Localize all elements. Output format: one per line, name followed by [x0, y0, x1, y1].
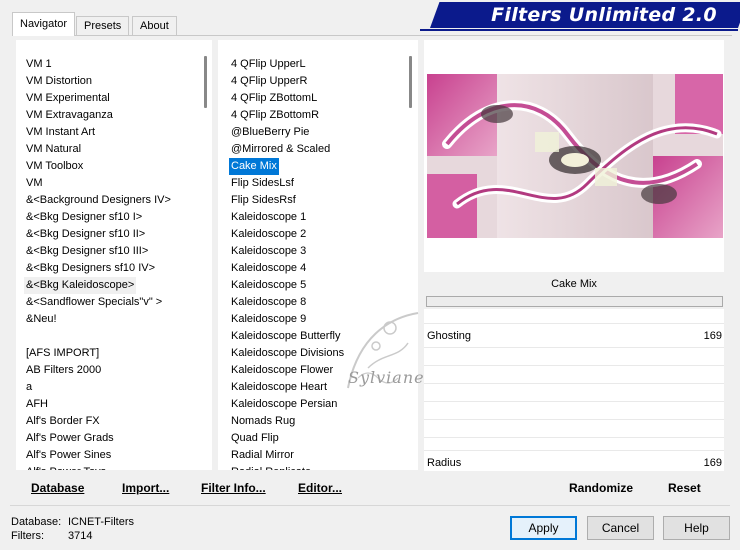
- filter-item[interactable]: Kaleidoscope 1: [231, 209, 306, 226]
- reset-button[interactable]: Reset: [668, 478, 701, 498]
- filter-item[interactable]: Kaleidoscope 4: [231, 260, 306, 277]
- filter-item[interactable]: 4 QFlip ZBottomL: [231, 90, 317, 107]
- filter-item[interactable]: Quad Flip: [231, 430, 279, 447]
- category-item[interactable]: AB Filters 2000: [26, 362, 101, 379]
- category-item[interactable]: &<Bkg Designer sf10 II>: [26, 226, 145, 243]
- database-value: ICNET-Filters: [68, 516, 134, 528]
- filter-item[interactable]: Kaleidoscope 5: [231, 277, 306, 294]
- param-divider: [424, 401, 724, 402]
- filter-item[interactable]: Kaleidoscope Persian: [231, 396, 337, 413]
- filter-info-button[interactable]: Filter Info...: [201, 478, 266, 498]
- category-item[interactable]: &<Bkg Designer sf10 I>: [26, 209, 142, 226]
- filter-item[interactable]: Nomads Rug: [231, 413, 295, 430]
- filter-item[interactable]: Kaleidoscope Heart: [231, 379, 327, 396]
- filter-item[interactable]: Kaleidoscope Butterfly: [231, 328, 340, 345]
- category-item[interactable]: &<Bkg Kaleidoscope>: [24, 277, 137, 294]
- editor-button[interactable]: Editor...: [298, 478, 342, 498]
- filter-item[interactable]: 4 QFlip UpperL: [231, 56, 306, 73]
- category-item[interactable]: VM: [26, 175, 43, 192]
- category-item[interactable]: &<Background Designers IV>: [26, 192, 171, 209]
- import-button[interactable]: Import...: [122, 478, 169, 498]
- cancel-button[interactable]: Cancel: [587, 516, 654, 540]
- category-item[interactable]: VM Extravaganza: [26, 107, 113, 124]
- filter-item[interactable]: Kaleidoscope 3: [231, 243, 306, 260]
- filter-item[interactable]: Kaleidoscope 2: [231, 226, 306, 243]
- category-item[interactable]: VM Experimental: [26, 90, 110, 107]
- category-item[interactable]: VM Distortion: [26, 73, 92, 90]
- param-divider: [424, 347, 724, 348]
- param-ghosting-value: 169: [703, 330, 722, 342]
- filter-item[interactable]: 4 QFlip ZBottomR: [231, 107, 319, 124]
- filter-scrollbar-thumb[interactable]: [409, 56, 412, 108]
- apply-button[interactable]: Apply: [510, 516, 577, 540]
- preview-image: [427, 74, 723, 238]
- param-divider: [424, 365, 724, 366]
- category-item[interactable]: AFH: [26, 396, 48, 413]
- param-radius-label: Radius: [427, 457, 462, 469]
- filter-item[interactable]: Kaleidoscope 9: [231, 311, 306, 328]
- category-item[interactable]: VM Toolbox: [26, 158, 83, 175]
- category-item[interactable]: &<Bkg Designers sf10 IV>: [26, 260, 155, 277]
- filter-item[interactable]: Kaleidoscope 8: [231, 294, 306, 311]
- filter-item[interactable]: Kaleidoscope Flower: [231, 362, 333, 379]
- filter-item[interactable]: Radial Mirror: [231, 447, 294, 464]
- app-title: Filters Unlimited 2.0: [491, 4, 717, 26]
- category-list[interactable]: VM 1 VM Distortion VM Experimental VM Extra…: [16, 40, 212, 470]
- progress-bar: [426, 296, 723, 307]
- banner-rule: [420, 29, 738, 31]
- category-item[interactable]: Alf's Power Sines: [26, 447, 111, 464]
- category-item[interactable]: &<Sandflower Specials"v" >: [26, 294, 162, 311]
- filter-item[interactable]: Radial Replicate: [231, 464, 311, 470]
- category-item[interactable]: Alf's Border FX: [26, 413, 100, 430]
- param-ghosting[interactable]: Ghosting 169: [424, 323, 724, 347]
- param-divider: [424, 437, 724, 438]
- bottom-divider: [10, 505, 730, 506]
- filter-item[interactable]: @Mirrored & Scaled: [231, 141, 330, 158]
- category-item[interactable]: [AFS IMPORT]: [26, 345, 99, 362]
- category-item[interactable]: VM 1: [26, 56, 52, 73]
- tab-presets[interactable]: Presets: [76, 16, 130, 36]
- category-item[interactable]: VM Natural: [26, 141, 81, 158]
- help-button[interactable]: Help: [663, 516, 730, 540]
- tab-underline: [12, 35, 732, 36]
- param-radius[interactable]: Radius 169: [424, 450, 724, 474]
- filter-item[interactable]: @BlueBerry Pie: [231, 124, 309, 141]
- filter-item[interactable]: Cake Mix: [229, 158, 279, 175]
- param-divider: [424, 383, 724, 384]
- category-item[interactable]: &<Bkg Designer sf10 III>: [26, 243, 148, 260]
- category-item[interactable]: VM Instant Art: [26, 124, 95, 141]
- category-item[interactable]: &Neu!: [26, 311, 57, 328]
- category-scrollbar[interactable]: [199, 40, 211, 470]
- tab-navigator[interactable]: Navigator: [12, 12, 76, 36]
- category-item[interactable]: Alf's Power Grads: [26, 430, 114, 447]
- filter-item[interactable]: Flip SidesLsf: [231, 175, 294, 192]
- category-item[interactable]: Alf's Power Toys: [26, 464, 106, 470]
- param-radius-value: 169: [703, 457, 722, 469]
- category-scrollbar-thumb[interactable]: [204, 56, 207, 108]
- tab-about[interactable]: About: [132, 16, 177, 36]
- category-item[interactable]: a: [26, 379, 32, 396]
- filters-count-label: Filters:: [11, 530, 44, 542]
- filter-item[interactable]: 4 QFlip UpperR: [231, 73, 307, 90]
- watermark-signature: Sylviane: [348, 368, 425, 387]
- parameter-panel: Ghosting 169 Radius 169: [424, 309, 724, 471]
- filter-item[interactable]: Flip SidesRsf: [231, 192, 296, 209]
- filters-count-value: 3714: [68, 530, 93, 542]
- selected-filter-name: Cake Mix: [551, 278, 597, 290]
- watermark-flourish-icon: [347, 312, 419, 389]
- database-label: Database:: [11, 516, 62, 528]
- randomize-button[interactable]: Randomize: [569, 478, 633, 498]
- database-button[interactable]: Database: [31, 478, 84, 498]
- param-divider: [424, 419, 724, 420]
